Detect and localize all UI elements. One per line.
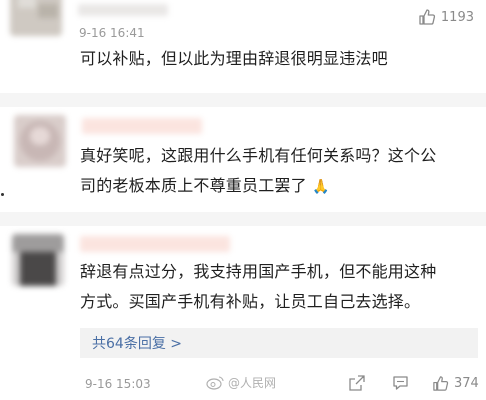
share-icon — [349, 375, 365, 391]
like-button[interactable]: 1193 — [418, 8, 474, 26]
avatar[interactable] — [14, 115, 66, 167]
username-bar[interactable] — [80, 236, 230, 252]
comment-timestamp: 9-16 16:41 — [79, 26, 145, 40]
comment-line: 方式。买国产手机有补贴，让员工自己去选择。 — [80, 292, 421, 311]
like-count: 1193 — [440, 9, 474, 25]
view-replies-link[interactable]: 共64条回复 > — [80, 328, 478, 358]
comment-text: 可以补贴，但以此为理由辞退很明显违法吧 — [80, 44, 388, 74]
username-bar[interactable] — [82, 118, 202, 134]
avatar[interactable] — [10, 0, 62, 36]
comment-separator — [0, 93, 486, 107]
comment-line: 可以补贴，但以此为理由辞退很明显违法吧 — [80, 49, 388, 68]
watermark: @人民网 — [206, 374, 276, 391]
thumbs-up-icon — [432, 375, 449, 392]
comment-line: 真好笑呢，这跟用什么手机有任何关系吗？这个公 — [80, 146, 437, 165]
comment-line: 辞退有点过分，我支持用国产手机，但不能用这种 — [80, 262, 437, 281]
comment-text: 真好笑呢，这跟用什么手机有任何关系吗？这个公 司的老板本质上不尊重员工罢了 🙏 — [80, 141, 436, 202]
comment-separator — [0, 212, 486, 226]
bullet-dot — [1, 193, 4, 196]
comment-button[interactable] — [392, 375, 409, 391]
like-count: 374 — [454, 376, 479, 391]
prayer-emoji: 🙏 — [312, 179, 330, 195]
username-bar[interactable] — [78, 4, 168, 16]
share-button[interactable] — [349, 375, 365, 391]
weibo-logo-icon — [206, 375, 224, 390]
comment-timestamp: 9-16 15:03 — [85, 377, 151, 391]
like-button[interactable]: 374 — [432, 375, 479, 392]
thumbs-up-icon — [418, 8, 436, 26]
comment-line: 司的老板本质上不尊重员工罢了 🙏 — [80, 176, 330, 195]
avatar[interactable] — [12, 234, 64, 286]
comment-text: 辞退有点过分，我支持用国产手机，但不能用这种 方式。买国产手机有补贴，让员工自己… — [80, 257, 436, 317]
comment-icon — [392, 375, 409, 391]
